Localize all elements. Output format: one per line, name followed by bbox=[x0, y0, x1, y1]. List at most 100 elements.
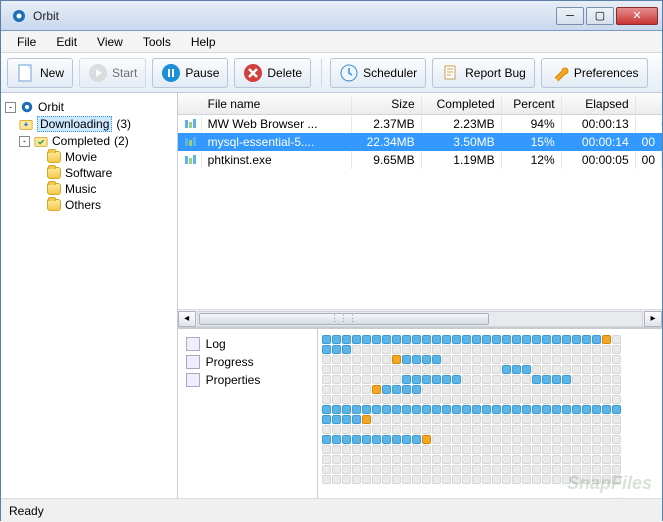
chunk-cell bbox=[502, 435, 511, 444]
chunk-cell bbox=[342, 465, 351, 474]
list-header: File name Size Completed Percent Elapsed bbox=[178, 93, 662, 115]
chunk-cell bbox=[442, 435, 451, 444]
chunk-cell bbox=[392, 345, 401, 354]
close-button[interactable]: ✕ bbox=[616, 7, 658, 25]
scroll-right-icon[interactable]: ▸ bbox=[644, 311, 662, 327]
chunk-cell bbox=[332, 335, 341, 344]
chunk-cell bbox=[572, 335, 581, 344]
tree-others[interactable]: Others bbox=[47, 197, 173, 213]
column-extra[interactable] bbox=[636, 102, 662, 106]
column-icon[interactable] bbox=[178, 102, 202, 106]
start-label: Start bbox=[112, 66, 137, 80]
new-button[interactable]: New bbox=[7, 58, 73, 88]
chunk-cell bbox=[432, 465, 441, 474]
horizontal-scrollbar[interactable]: ◂ ⋮⋮⋮ ▸ bbox=[178, 309, 662, 327]
chunk-cell bbox=[492, 345, 501, 354]
tree-completed[interactable]: - Completed (2) bbox=[19, 133, 173, 149]
collapse-icon[interactable]: - bbox=[5, 102, 16, 113]
menu-help[interactable]: Help bbox=[181, 33, 226, 51]
chunk-progress-grid: SnapFiles www.snapfiles.com bbox=[318, 329, 662, 498]
tab-properties[interactable]: Properties bbox=[184, 371, 311, 389]
chunk-cell bbox=[512, 425, 521, 434]
chunk-cell bbox=[482, 475, 491, 484]
scroll-left-icon[interactable]: ◂ bbox=[178, 311, 196, 327]
chunk-cell bbox=[492, 455, 501, 464]
chunk-cell bbox=[382, 475, 391, 484]
tree-root[interactable]: - Orbit bbox=[5, 99, 173, 115]
cell-extra: 00 bbox=[636, 133, 662, 151]
scheduler-button[interactable]: Scheduler bbox=[330, 58, 426, 88]
tab-properties-label: Properties bbox=[206, 373, 261, 387]
chunk-cell bbox=[482, 405, 491, 414]
chunk-cell bbox=[542, 385, 551, 394]
new-file-icon bbox=[16, 63, 36, 83]
chunk-row bbox=[322, 445, 658, 454]
cell-elapsed: 00:00:13 bbox=[562, 115, 636, 133]
start-button[interactable]: Start bbox=[79, 58, 146, 88]
chunk-cell bbox=[422, 365, 431, 374]
menu-tools[interactable]: Tools bbox=[133, 33, 181, 51]
chunk-cell bbox=[372, 435, 381, 444]
menu-file[interactable]: File bbox=[7, 33, 46, 51]
chunk-cell bbox=[422, 465, 431, 474]
tree-software[interactable]: Software bbox=[47, 165, 173, 181]
chunk-cell bbox=[582, 365, 591, 374]
chunk-cell bbox=[592, 385, 601, 394]
chunk-cell bbox=[492, 365, 501, 374]
delete-button[interactable]: Delete bbox=[234, 58, 311, 88]
chunk-cell bbox=[412, 435, 421, 444]
chunk-cell bbox=[522, 335, 531, 344]
chunk-cell bbox=[432, 365, 441, 374]
tree-movie[interactable]: Movie bbox=[47, 149, 173, 165]
chunk-cell bbox=[492, 395, 501, 404]
chunk-cell bbox=[412, 355, 421, 364]
chunk-cell bbox=[392, 425, 401, 434]
chunk-cell bbox=[552, 345, 561, 354]
chunk-cell bbox=[382, 445, 391, 454]
tab-progress[interactable]: Progress bbox=[184, 353, 311, 371]
column-size[interactable]: Size bbox=[352, 95, 422, 113]
collapse-icon[interactable]: - bbox=[19, 136, 30, 147]
tree-music[interactable]: Music bbox=[47, 181, 173, 197]
menu-view[interactable]: View bbox=[87, 33, 133, 51]
chunk-cell bbox=[572, 395, 581, 404]
chunk-cell bbox=[402, 345, 411, 354]
tree-downloading[interactable]: Downloading (3) bbox=[19, 115, 173, 133]
chunk-cell bbox=[462, 425, 471, 434]
chunk-cell bbox=[552, 465, 561, 474]
chunk-cell bbox=[402, 335, 411, 344]
table-row[interactable]: MW Web Browser ...2.37MB2.23MB94%00:00:1… bbox=[178, 115, 662, 133]
orbit-node-icon bbox=[20, 100, 34, 114]
chunk-cell bbox=[522, 445, 531, 454]
scroll-thumb[interactable]: ⋮⋮⋮ bbox=[199, 313, 489, 325]
chunk-cell bbox=[352, 375, 361, 384]
menu-edit[interactable]: Edit bbox=[46, 33, 87, 51]
tab-log[interactable]: Log bbox=[184, 335, 311, 353]
column-name[interactable]: File name bbox=[202, 95, 352, 113]
pause-button[interactable]: Pause bbox=[152, 58, 228, 88]
column-elapsed[interactable]: Elapsed bbox=[562, 95, 636, 113]
chunk-cell bbox=[462, 385, 471, 394]
chunk-cell bbox=[382, 405, 391, 414]
report-bug-button[interactable]: Report Bug bbox=[432, 58, 535, 88]
chunk-cell bbox=[542, 375, 551, 384]
chunk-cell bbox=[362, 465, 371, 474]
clock-icon bbox=[339, 63, 359, 83]
chunk-cell bbox=[472, 405, 481, 414]
chunk-cell bbox=[562, 395, 571, 404]
column-percent[interactable]: Percent bbox=[502, 95, 562, 113]
watermark: SnapFiles bbox=[567, 473, 652, 494]
chunk-cell bbox=[612, 395, 621, 404]
chunk-cell bbox=[522, 405, 531, 414]
maximize-button[interactable]: ▢ bbox=[586, 7, 614, 25]
chunk-cell bbox=[352, 445, 361, 454]
scroll-track[interactable]: ⋮⋮⋮ bbox=[197, 311, 643, 327]
chunk-cell bbox=[512, 335, 521, 344]
chunk-cell bbox=[322, 345, 331, 354]
minimize-button[interactable]: ─ bbox=[556, 7, 584, 25]
preferences-button[interactable]: Preferences bbox=[541, 58, 648, 88]
chunk-cell bbox=[442, 385, 451, 394]
table-row[interactable]: mysql-essential-5....22.34MB3.50MB15%00:… bbox=[178, 133, 662, 151]
column-completed[interactable]: Completed bbox=[422, 95, 502, 113]
table-row[interactable]: phtkinst.exe9.65MB1.19MB12%00:00:0500 bbox=[178, 151, 662, 169]
